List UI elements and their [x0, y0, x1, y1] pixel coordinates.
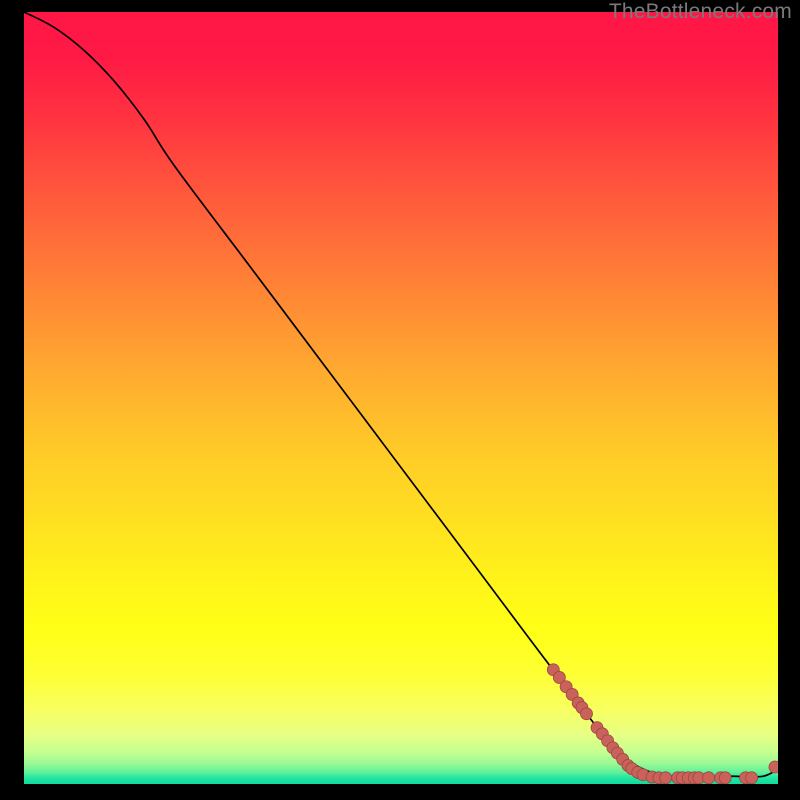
chart-point: [703, 772, 715, 784]
attribution-label: TheBottleneck.com: [609, 0, 792, 24]
chart-point: [719, 772, 731, 784]
chart-point: [769, 761, 778, 773]
chart-line-curve: [24, 12, 778, 777]
chart-overlay: [24, 12, 778, 784]
chart-container: TheBottleneck.com: [0, 0, 800, 800]
chart-point: [580, 708, 592, 720]
chart-point: [660, 772, 672, 784]
chart-point: [746, 772, 758, 784]
chart-data-points: [547, 664, 778, 784]
